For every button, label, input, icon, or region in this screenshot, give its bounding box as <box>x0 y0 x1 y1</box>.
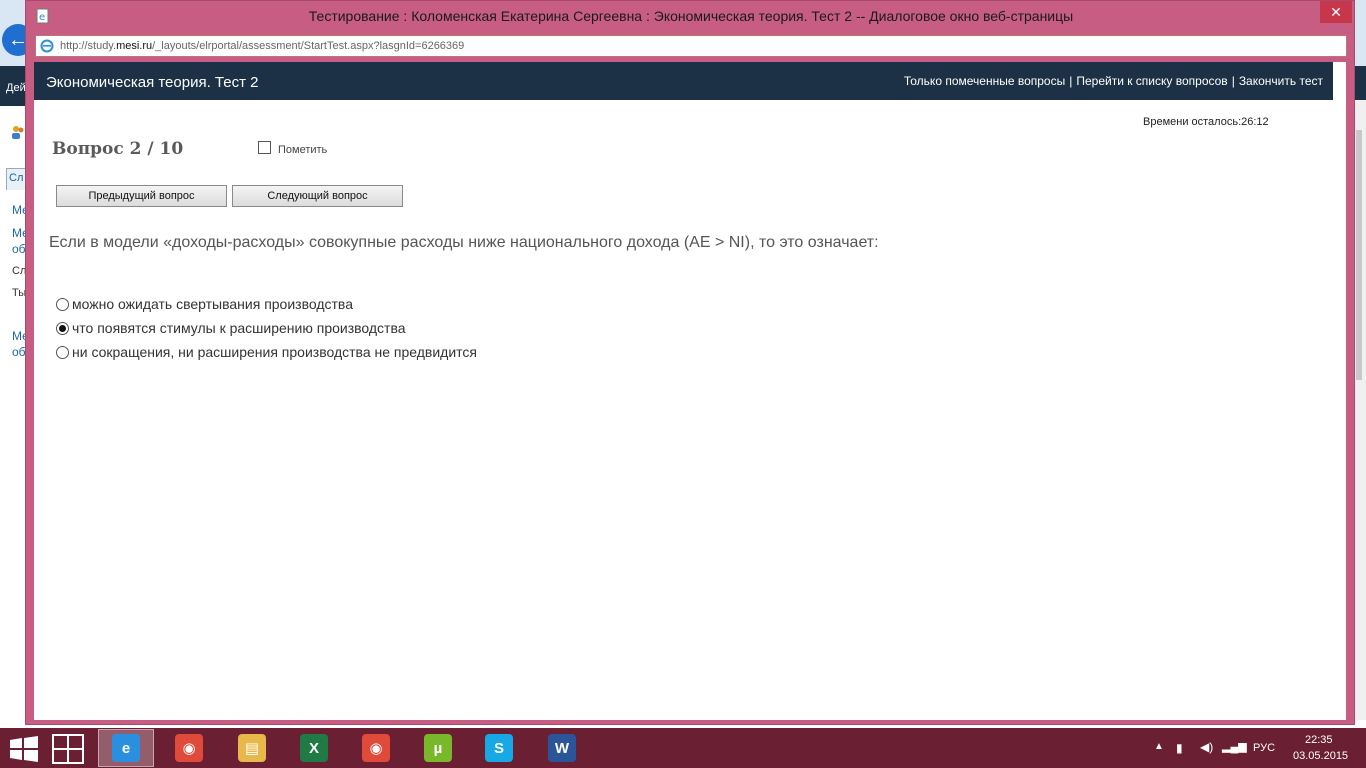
question-list-link[interactable]: Перейти к списку вопросов <box>1076 74 1227 88</box>
volume-icon[interactable]: ◀) <box>1200 740 1213 754</box>
word-icon: W <box>548 734 576 762</box>
skype-icon: S <box>485 734 513 762</box>
background-scrollbar-thumb[interactable] <box>1356 130 1362 380</box>
taskbar: e ◉ ▤ X ◉ µ S W ▲ ▮ ◀) ▂▄▆ РУС 22:35 03.05.2015 <box>0 728 1366 768</box>
taskbar-app-chrome[interactable]: ◉ <box>348 729 404 767</box>
desktop-screen: ← Дей Сл Ме Ме об Сл Ты Ме об e Тестиров… <box>0 0 1366 768</box>
chrome-icon: ◉ <box>175 734 203 762</box>
people-icon <box>12 126 24 139</box>
taskbar-app-word[interactable]: W <box>534 729 590 767</box>
link-separator: | <box>1231 74 1235 88</box>
background-link[interactable]: об <box>12 345 26 359</box>
dialog-title: Тестирование : Коломенская Екатерина Сер… <box>308 8 1074 24</box>
taskbar-app-internet-explorer[interactable]: e <box>98 729 154 767</box>
test-header: Экономическая теория. Тест 2 Только поме… <box>34 62 1333 100</box>
system-tray: ▲ ▮ ◀) ▂▄▆ РУС 22:35 03.05.2015 <box>1150 728 1366 768</box>
answer-option[interactable]: ни сокращения, ни расширения производств… <box>56 343 477 361</box>
taskbar-app-excel[interactable]: X <box>286 729 342 767</box>
mark-question-label[interactable]: Пометить <box>278 144 327 156</box>
ie-icon <box>40 39 54 53</box>
internet-explorer-icon: e <box>112 734 140 762</box>
time-remaining: Времени осталось:26:12 <box>1143 116 1269 128</box>
web-page-dialog: e Тестирование : Коломенская Екатерина С… <box>25 0 1355 725</box>
previous-question-button[interactable]: Предыдущий вопрос <box>56 185 227 207</box>
dialog-content: Экономическая теория. Тест 2 Только поме… <box>34 62 1346 720</box>
background-ribbon-label: Дей <box>6 82 26 94</box>
answer-option[interactable]: что появятся стимулы к расширению произв… <box>56 319 406 337</box>
answer-label[interactable]: что появятся стимулы к расширению произв… <box>72 320 406 336</box>
test-title: Экономическая теория. Тест 2 <box>46 74 259 91</box>
close-button[interactable]: ✕ <box>1320 1 1352 23</box>
windows-logo-icon[interactable] <box>52 734 84 764</box>
battery-icon[interactable]: ▮ <box>1176 741 1183 755</box>
mark-question-checkbox[interactable] <box>258 141 271 154</box>
next-question-button[interactable]: Следующий вопрос <box>232 185 403 207</box>
background-link[interactable]: об <box>12 242 26 256</box>
marked-questions-link[interactable]: Только помеченные вопросы <box>904 74 1065 88</box>
answer-radio[interactable] <box>56 345 69 359</box>
input-language[interactable]: РУС <box>1253 742 1275 754</box>
file-explorer-icon: ▤ <box>238 734 266 762</box>
taskbar-app-chrome[interactable]: ◉ <box>161 729 217 767</box>
header-links: Только помеченные вопросы | Перейти к спис… <box>904 74 1323 88</box>
taskbar-app-skype[interactable]: S <box>471 729 527 767</box>
answer-radio[interactable] <box>56 321 69 335</box>
link-separator: | <box>1069 74 1073 88</box>
taskbar-app-utorrent[interactable]: µ <box>410 729 466 767</box>
utorrent-icon: µ <box>424 734 452 762</box>
url-text: http://study.mesi.ru/_layouts/elrportal/… <box>60 40 465 52</box>
taskbar-app-file-explorer[interactable]: ▤ <box>224 729 280 767</box>
answer-label[interactable]: можно ожидать свертывания производства <box>72 296 353 312</box>
network-signal-icon[interactable]: ▂▄▆ <box>1222 740 1247 753</box>
clock-date[interactable]: 03.05.2015 <box>1293 750 1348 762</box>
answer-label[interactable]: ни сокращения, ни расширения производств… <box>72 344 477 360</box>
chrome-icon: ◉ <box>362 734 390 762</box>
excel-icon: X <box>300 734 328 762</box>
question-counter: Вопрос 2 / 10 <box>52 139 184 159</box>
finish-test-link[interactable]: Закончить тест <box>1239 74 1323 88</box>
answer-radio[interactable] <box>56 297 69 311</box>
clock-time[interactable]: 22:35 <box>1305 734 1333 746</box>
dialog-titlebar[interactable]: e Тестирование : Коломенская Екатерина С… <box>26 1 1356 33</box>
windows-start-icon[interactable] <box>8 736 40 762</box>
show-hidden-icons-icon[interactable]: ▲ <box>1154 741 1164 752</box>
question-text: Если в модели «доходы-расходы» совокупны… <box>49 234 879 251</box>
address-bar[interactable]: http://study.mesi.ru/_layouts/elrportal/… <box>35 35 1347 57</box>
answer-option[interactable]: можно ожидать свертывания производства <box>56 295 353 313</box>
